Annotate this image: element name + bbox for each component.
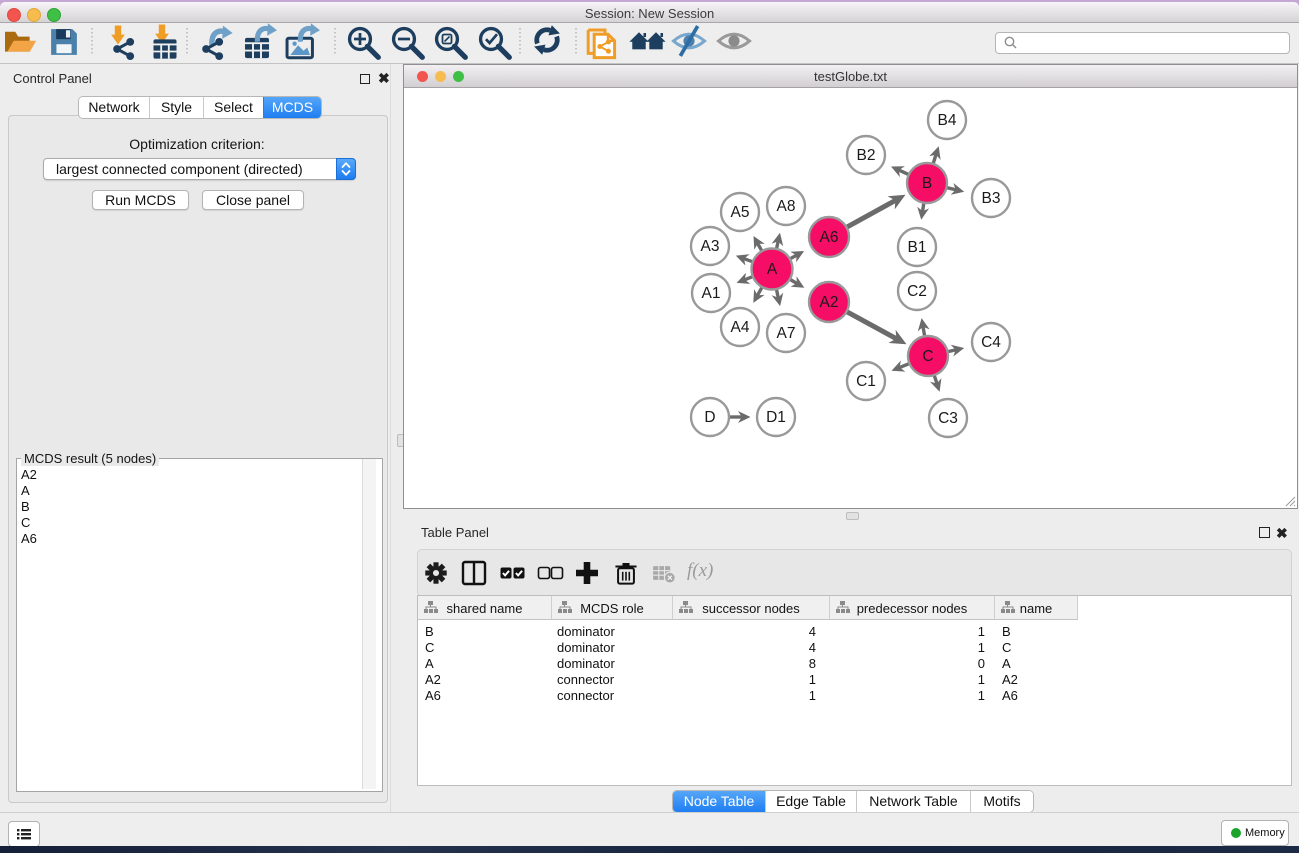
svg-text:A7: A7 (777, 325, 796, 342)
svg-text:A1: A1 (702, 285, 721, 302)
svg-text:A3: A3 (701, 238, 720, 255)
svg-text:C4: C4 (981, 334, 1001, 351)
svg-text:B4: B4 (938, 112, 957, 129)
svg-text:B: B (922, 175, 932, 192)
svg-text:C: C (922, 348, 933, 365)
svg-text:C2: C2 (907, 283, 927, 300)
svg-text:A2: A2 (820, 294, 839, 311)
svg-text:C3: C3 (938, 410, 958, 427)
svg-text:D: D (704, 409, 715, 426)
svg-text:C1: C1 (856, 373, 876, 390)
svg-text:B1: B1 (908, 239, 927, 256)
svg-text:A5: A5 (731, 204, 750, 221)
svg-text:B3: B3 (982, 190, 1001, 207)
svg-text:A6: A6 (820, 229, 839, 246)
svg-text:D1: D1 (766, 409, 786, 426)
svg-text:B2: B2 (857, 147, 876, 164)
svg-text:A: A (767, 261, 778, 278)
svg-text:A4: A4 (731, 319, 750, 336)
svg-text:A8: A8 (777, 198, 796, 215)
